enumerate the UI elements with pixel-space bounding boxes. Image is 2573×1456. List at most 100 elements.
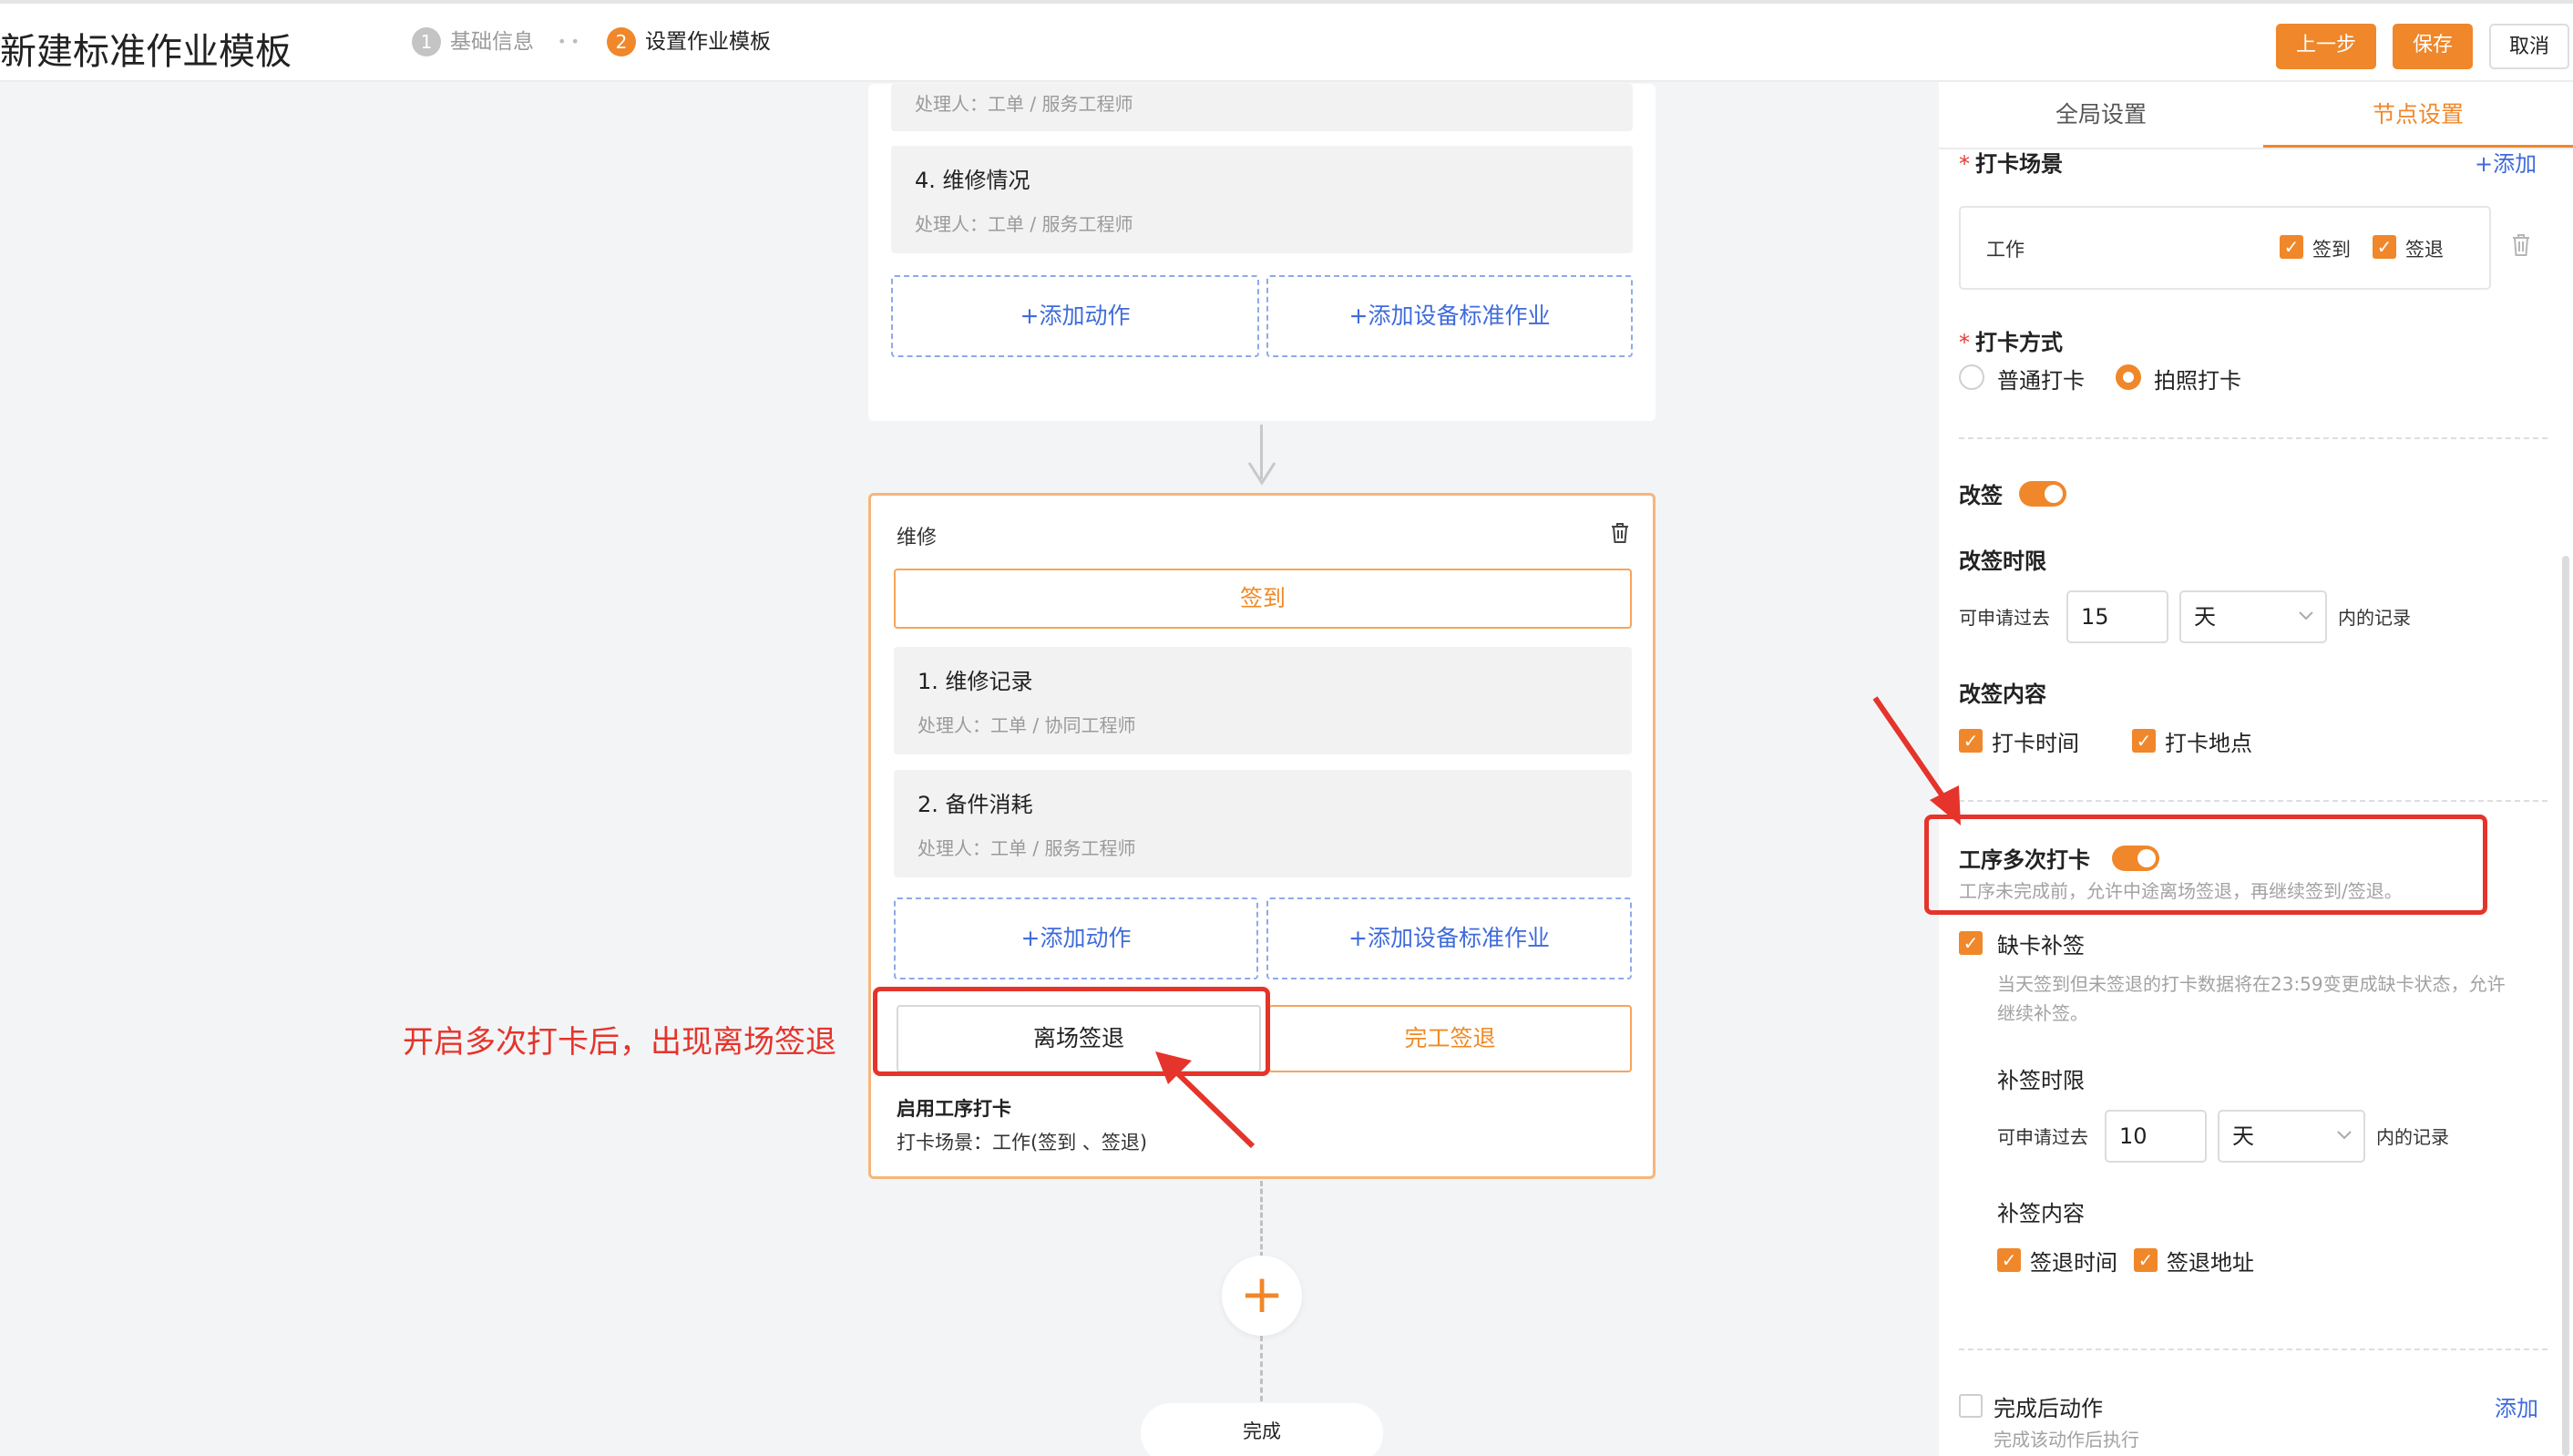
makeup-content-label: 补签内容 xyxy=(1997,1201,2085,1226)
radio-normal-label: 普通打卡 xyxy=(1997,368,2085,394)
item-title: 2. 备件消耗 xyxy=(917,792,1033,817)
step-1-number: 1 xyxy=(412,27,441,56)
after-action-desc: 完成该动作后执行 xyxy=(1994,1429,2139,1451)
resign-time-label: 打卡时间 xyxy=(1992,731,2079,756)
resign-limit-prefix: 可申请过去 xyxy=(1959,607,2050,629)
prev-step-button[interactable]: 上一步 xyxy=(2276,24,2376,69)
radio-normal[interactable] xyxy=(1959,364,1984,390)
item-title: 1. 维修记录 xyxy=(917,669,1033,694)
makeup-limit-suffix: 内的记录 xyxy=(2376,1126,2449,1148)
annotation-highlight-box xyxy=(1924,815,2487,915)
makeup-desc-line2: 继续补签。 xyxy=(1997,1002,2088,1024)
label-text: 打卡场景 xyxy=(1975,151,2063,177)
step-1-label[interactable]: 基础信息 xyxy=(450,27,534,56)
checkin-checkbox[interactable]: ✓ xyxy=(2280,235,2303,259)
add-action-button[interactable]: +添加动作 xyxy=(891,275,1259,357)
makeup-desc-line1: 当天签到但未签退的打卡数据将在23:59变更成缺卡状态，允许 xyxy=(1997,973,2506,995)
radio-photo[interactable] xyxy=(2116,364,2141,390)
required-mark: * xyxy=(1959,330,1970,355)
item-handler: 处理人：工单 / 服务工程师 xyxy=(917,837,1136,859)
panel-scrollbar[interactable] xyxy=(2562,556,2569,1456)
scene-row: 工作 ✓ 签到 ✓ 签退 xyxy=(1959,206,2491,290)
add-standard-job-button[interactable]: +添加设备标准作业 xyxy=(1266,897,1632,979)
connector-line xyxy=(1260,1336,1263,1401)
finish-node[interactable]: 完成 xyxy=(1141,1403,1383,1456)
checkout-option-label: 签退 xyxy=(2405,239,2444,261)
resign-location-checkbox[interactable]: ✓ xyxy=(2132,729,2156,753)
top-header: 新建标准作业模板 1 基础信息 • • 2 设置作业模板 上一步 保存 取消 xyxy=(0,0,2573,82)
workflow-card-previous: 处理人：工单 / 服务工程师 4. 维修情况 处理人：工单 / 服务工程师 +添… xyxy=(868,84,1656,421)
tab-global-settings[interactable]: 全局设置 xyxy=(1939,82,2263,148)
annotation-arrow-icon xyxy=(1155,1051,1256,1149)
step-2-number: 2 xyxy=(607,27,636,56)
makeup-days-input[interactable]: 10 xyxy=(2105,1110,2207,1163)
resign-unit-select[interactable]: 天 xyxy=(2179,590,2327,643)
resign-days-input[interactable]: 15 xyxy=(2066,590,2168,643)
makeup-limit-label: 补签时限 xyxy=(1997,1068,2085,1093)
list-item[interactable]: 4. 维修情况 处理人：工单 / 服务工程师 xyxy=(891,146,1633,253)
node-settings-panel: 全局设置 节点设置 * 打卡场景 +添加 工作 ✓ 签到 ✓ 签退 * 打卡方式 普… xyxy=(1939,82,2573,1456)
checkin-button[interactable]: 签到 xyxy=(894,569,1632,629)
trash-icon[interactable] xyxy=(2511,233,2531,257)
makeup-checkbox[interactable]: ✓ xyxy=(1959,931,1983,955)
item-handler: 处理人：工单 / 协同工程师 xyxy=(917,714,1136,736)
radio-photo-label: 拍照打卡 xyxy=(2154,368,2241,394)
makeup-label: 缺卡补签 xyxy=(1997,933,2085,959)
item-handler: 处理人：工单 / 服务工程师 xyxy=(915,93,1133,115)
list-item-partial[interactable]: 处理人：工单 / 服务工程师 xyxy=(891,84,1633,131)
item-handler: 处理人：工单 / 服务工程师 xyxy=(915,213,1133,235)
makeup-unit-select[interactable]: 天 xyxy=(2218,1110,2365,1163)
add-scene-link[interactable]: +添加 xyxy=(2475,146,2537,178)
after-action-checkbox[interactable] xyxy=(1959,1394,1983,1418)
resign-toggle[interactable] xyxy=(2019,481,2066,507)
trash-icon[interactable] xyxy=(1609,521,1631,545)
add-action-button[interactable]: +添加动作 xyxy=(894,897,1258,979)
resign-label: 改签 xyxy=(1959,483,2003,508)
add-node-button[interactable]: + xyxy=(1222,1256,1302,1336)
divider xyxy=(1959,437,2547,439)
checkin-method-label: * 打卡方式 xyxy=(1959,324,2063,356)
checkin-scene-summary: 打卡场景：工作(签到 、签退) xyxy=(897,1132,1148,1154)
select-value: 天 xyxy=(2232,1123,2254,1149)
finish-checkout-button[interactable]: 完工签退 xyxy=(1268,1005,1632,1072)
scene-name: 工作 xyxy=(1986,239,2025,261)
select-value: 天 xyxy=(2194,604,2216,630)
required-mark: * xyxy=(1959,151,1970,177)
resign-limit-suffix: 内的记录 xyxy=(2338,607,2411,629)
after-action-label: 完成后动作 xyxy=(1994,1396,2103,1421)
resign-limit-label: 改签时限 xyxy=(1959,549,2046,574)
enable-step-checkin-label: 启用工序打卡 xyxy=(897,1098,1011,1120)
label-text: 打卡方式 xyxy=(1975,330,2063,355)
tab-node-settings[interactable]: 节点设置 xyxy=(2263,82,2573,148)
checkout-address-label: 签退地址 xyxy=(2167,1250,2254,1276)
add-standard-job-button[interactable]: +添加设备标准作业 xyxy=(1266,275,1633,357)
list-item[interactable]: 1. 维修记录 处理人：工单 / 协同工程师 xyxy=(894,647,1632,754)
resign-content-label: 改签内容 xyxy=(1959,682,2046,707)
down-arrow-icon xyxy=(1247,462,1276,486)
checkin-option-label: 签到 xyxy=(2312,239,2351,261)
checkout-time-checkbox[interactable]: ✓ xyxy=(1997,1248,2021,1272)
checkout-address-checkbox[interactable]: ✓ xyxy=(2134,1248,2158,1272)
step-2-label[interactable]: 设置作业模板 xyxy=(645,27,771,56)
cancel-button[interactable]: 取消 xyxy=(2489,24,2569,69)
divider xyxy=(1959,800,2547,802)
checkin-scene-label: * 打卡场景 xyxy=(1959,146,2063,178)
checkout-checkbox[interactable]: ✓ xyxy=(2373,235,2396,259)
card-title: 维修 xyxy=(897,527,938,549)
divider xyxy=(1959,1348,2547,1350)
resign-location-label: 打卡地点 xyxy=(2165,731,2252,756)
chevron-down-icon xyxy=(2337,1131,2352,1140)
makeup-limit-prefix: 可申请过去 xyxy=(1997,1126,2088,1148)
annotation-text: 开启多次打卡后，出现离场签退 xyxy=(403,1024,836,1061)
page-title: 新建标准作业模板 xyxy=(0,31,292,73)
connector-line xyxy=(1260,1181,1263,1257)
workflow-card-repair[interactable]: 维修 签到 1. 维修记录 处理人：工单 / 协同工程师 2. 备件消耗 处理人… xyxy=(868,493,1656,1179)
list-item[interactable]: 2. 备件消耗 处理人：工单 / 服务工程师 xyxy=(894,770,1632,877)
item-title: 4. 维修情况 xyxy=(915,168,1030,193)
annotation-arrow-icon xyxy=(1872,696,1961,825)
save-button[interactable]: 保存 xyxy=(2393,24,2473,69)
add-after-action-link[interactable]: 添加 xyxy=(2495,1390,2538,1422)
step-separator: • • xyxy=(558,33,579,50)
checkout-time-label: 签退时间 xyxy=(2030,1250,2117,1276)
chevron-down-icon xyxy=(2299,611,2313,620)
